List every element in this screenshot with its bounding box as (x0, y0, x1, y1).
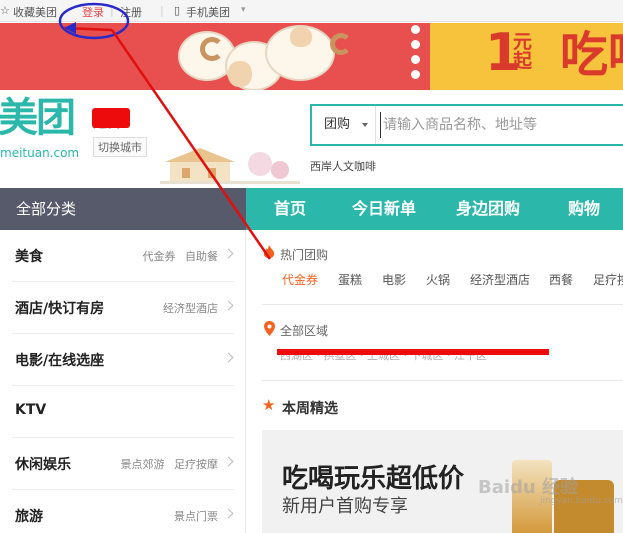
category-name: 电影/在线选座 (15, 353, 105, 369)
flame-icon (263, 245, 275, 258)
category-subs: 景点门票 (168, 508, 218, 524)
chevron-right-icon (223, 352, 234, 363)
phone-icon: ▯ (174, 4, 181, 17)
chevron-right-icon (223, 508, 234, 519)
ram-horn (330, 33, 352, 55)
hot-tag[interactable]: 西餐 (549, 271, 573, 288)
category-name: KTV (15, 402, 47, 418)
redaction-mark (92, 108, 130, 128)
hot-tag[interactable]: 电影 (382, 271, 406, 288)
hot-tag[interactable]: 足疗按 (593, 271, 623, 288)
banner-yuan: 元起 (513, 31, 533, 72)
banner-eat: 吃喝 (560, 27, 623, 83)
category-sidebar: 美食 代金券 自助餐 酒店/快订有房 经济型酒店 电影/在线选座 KTV 休闲娱… (0, 230, 246, 533)
category-row[interactable]: 休闲娱乐 景点郊游 足疗按摩 (12, 438, 234, 490)
category-row[interactable]: 酒店/快订有房 经济型酒店 (12, 282, 234, 334)
hot-tag[interactable]: 火锅 (426, 271, 450, 288)
category-row[interactable]: 旅游 景点门票 (12, 490, 234, 533)
category-row[interactable]: 电影/在线选座 (12, 334, 234, 386)
divider: | (110, 4, 114, 17)
baidu-watermark-url: jingyan.baidu.com (540, 496, 623, 506)
category-name: 休闲娱乐 (15, 457, 71, 473)
sub-category-link[interactable]: 景点门票 (174, 510, 218, 523)
star-icon: ★ (262, 396, 276, 414)
sub-category-link[interactable]: 景点郊游 (121, 458, 165, 471)
chevron-down-icon (362, 123, 368, 127)
location-pin-icon (264, 321, 275, 336)
chevron-right-icon (223, 456, 234, 467)
promo-subtitle: 新用户首购专享 (282, 496, 408, 517)
category-name: 酒店/快订有房 (15, 301, 105, 317)
top-bar: ☆ 收藏美团 登录 | 注册 | ▯ 手机美团 ▾ (0, 0, 623, 22)
logo-domain: meituan.com (0, 146, 80, 160)
hot-tag[interactable]: 经济型酒店 (470, 271, 530, 288)
nav-shopping[interactable]: 购物 (568, 188, 600, 230)
all-areas-title: 全部区域 (280, 324, 329, 338)
redaction-mark (277, 349, 549, 355)
category-subs: 经济型酒店 (157, 300, 218, 316)
sub-category-link[interactable]: 代金券 (143, 250, 176, 263)
chevron-right-icon (223, 300, 234, 311)
hot-search-word[interactable]: 西岸人文咖啡 (310, 158, 376, 174)
divider (262, 380, 623, 381)
switch-city-button[interactable]: 切换城市 (93, 137, 147, 157)
site-header: 美团 meituan.com 运营 切换城市 团购 西岸人文咖啡 (0, 90, 623, 188)
nav-today-new[interactable]: 今日新单 (352, 188, 416, 230)
sub-category-link[interactable]: 自助餐 (185, 250, 218, 263)
nav-nearby[interactable]: 身边团购 (456, 188, 520, 230)
divider (262, 304, 623, 305)
chevron-right-icon (223, 248, 234, 259)
category-row[interactable]: 美食 代金券 自助餐 (12, 230, 234, 282)
promo-banner[interactable]: 1 元起 吃喝 (0, 23, 623, 90)
main-nav: 首页 今日新单 身边团购 购物 (246, 188, 623, 230)
sub-category-link[interactable]: 经济型酒店 (163, 302, 218, 315)
hot-tag[interactable]: 蛋糕 (338, 271, 362, 288)
banner-dots (400, 25, 430, 88)
search-box: 团购 (310, 104, 623, 146)
mobile-meituan-link[interactable]: 手机美团 (186, 4, 230, 20)
search-input[interactable] (380, 112, 620, 138)
category-name: 旅游 (15, 509, 43, 525)
search-category-select[interactable]: 团购 (312, 106, 376, 144)
star-icon[interactable]: ☆ (0, 4, 10, 17)
sheep-face (228, 61, 252, 87)
ram-horn (200, 37, 224, 61)
category-subs: 景点郊游 足疗按摩 (115, 456, 219, 472)
divider: | (160, 4, 164, 17)
nav-home[interactable]: 首页 (274, 188, 306, 230)
register-link[interactable]: 注册 (120, 4, 142, 20)
chevron-down-icon[interactable]: ▾ (241, 5, 246, 15)
category-name: 美食 (15, 249, 43, 265)
hot-tag[interactable]: 代金券 (282, 271, 318, 288)
meituan-logo[interactable]: 美团 (0, 98, 76, 138)
category-subs: 代金券 自助餐 (137, 248, 219, 264)
sub-category-link[interactable]: 足疗按摩 (174, 458, 218, 471)
category-row[interactable]: KTV (12, 386, 234, 438)
hot-deals-title: 热门团购 (280, 248, 329, 262)
login-link[interactable]: 登录 (82, 4, 104, 20)
favorite-link[interactable]: 收藏美团 (13, 4, 57, 20)
weekly-picks-title: 本周精选 (282, 401, 338, 417)
all-categories-header[interactable]: 全部分类 (0, 188, 246, 230)
search-category-label: 团购 (324, 117, 351, 132)
house-illustration (160, 148, 300, 184)
sheep-face (290, 27, 312, 47)
promo-title: 吃喝玩乐超低价 (282, 464, 465, 494)
